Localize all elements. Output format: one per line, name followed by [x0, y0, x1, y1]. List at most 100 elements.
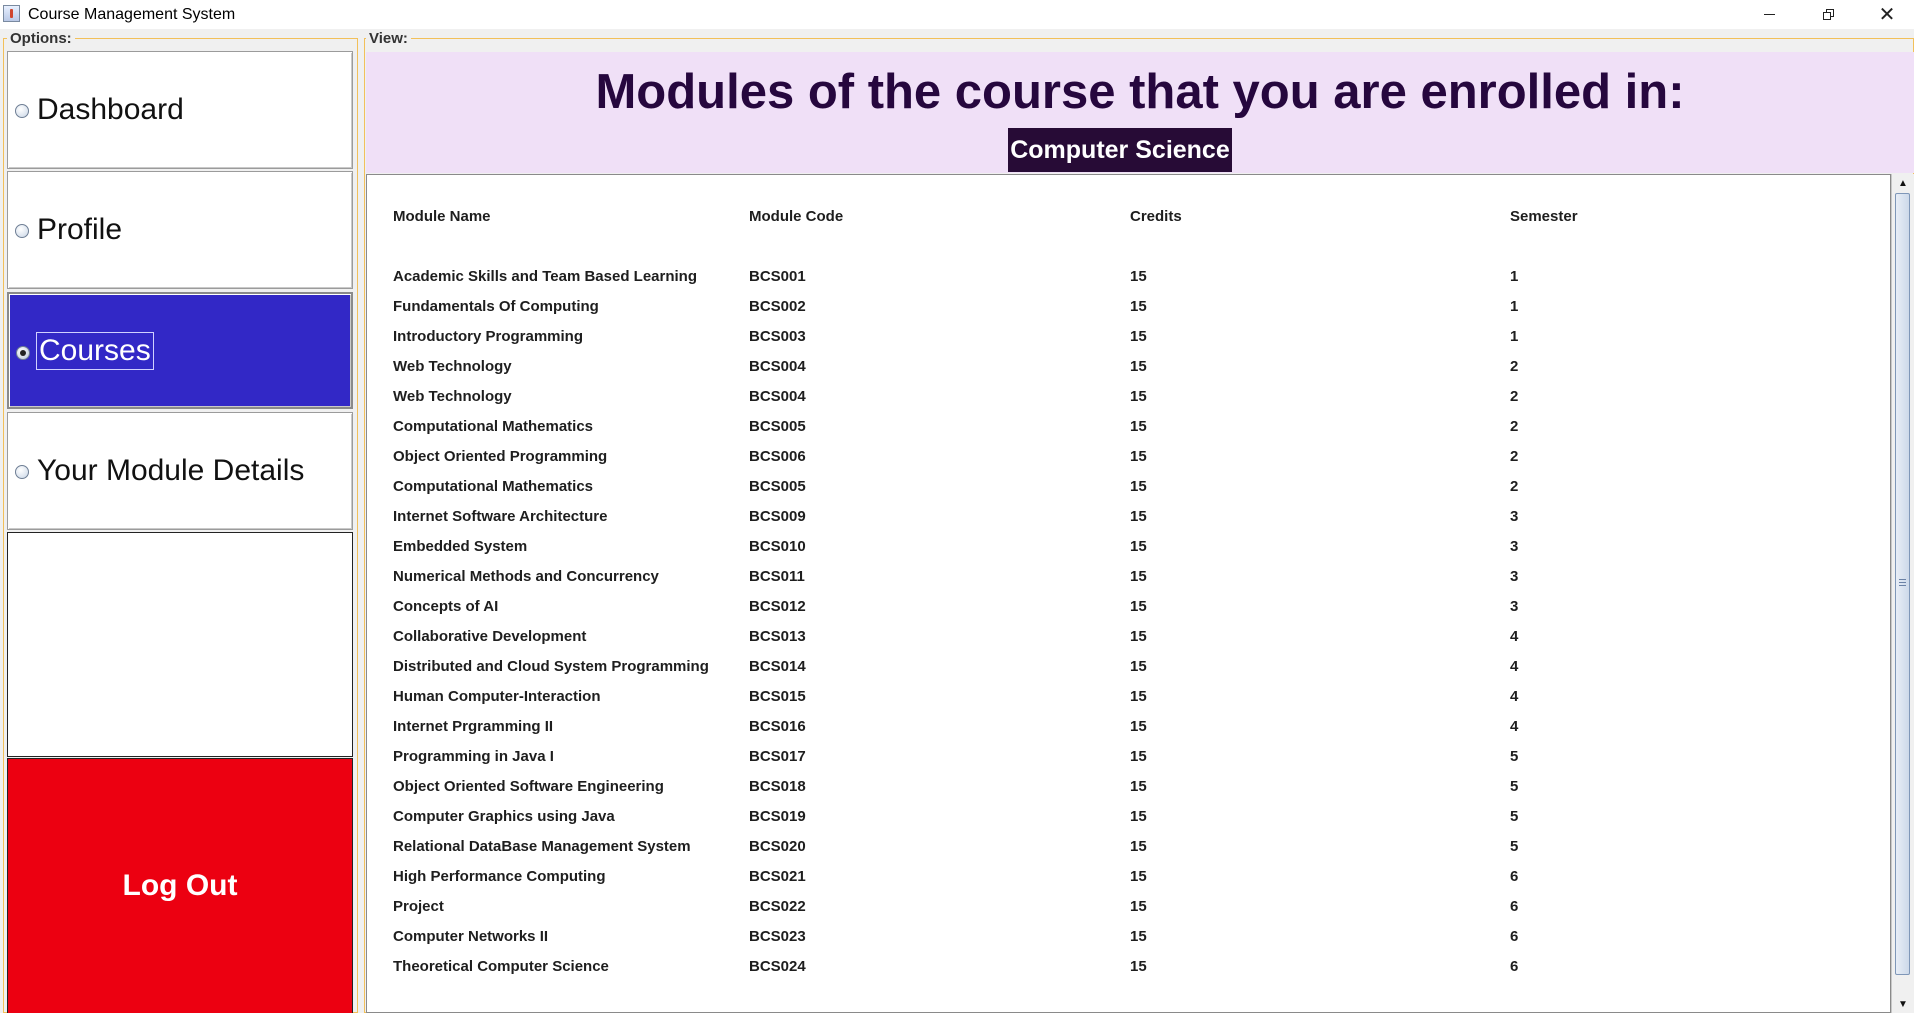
cell-semester: 5 [1510, 748, 1519, 765]
cell-module-code: BCS016 [749, 718, 806, 735]
cell-credits: 15 [1130, 358, 1147, 375]
cell-module-name: Internet Prgramming II [393, 718, 554, 735]
cell-module-name: Distributed and Cloud System Programming [393, 658, 709, 675]
scroll-down-icon[interactable]: ▼ [1892, 995, 1914, 1013]
cell-credits: 15 [1130, 388, 1147, 405]
cell-semester: 4 [1510, 658, 1519, 675]
cell-credits: 15 [1130, 268, 1147, 285]
sidebar-item-courses[interactable]: Courses [7, 292, 353, 409]
cell-module-code: BCS004 [749, 388, 806, 405]
cell-module-code: BCS005 [749, 478, 806, 495]
cell-module-code: BCS012 [749, 598, 806, 615]
cell-module-name: Web Technology [393, 358, 512, 375]
cell-semester: 1 [1510, 298, 1519, 315]
cell-module-code: BCS014 [749, 658, 806, 675]
view-label: View: [366, 30, 411, 47]
sidebar-item-profile[interactable]: Profile [7, 171, 353, 289]
cell-module-name: Computer Graphics using Java [393, 808, 615, 825]
cell-semester: 2 [1510, 388, 1519, 405]
cell-semester: 1 [1510, 328, 1519, 345]
cell-semester: 2 [1510, 448, 1519, 465]
cell-module-code: BCS013 [749, 628, 806, 645]
cell-semester: 6 [1510, 868, 1519, 885]
cell-semester: 4 [1510, 628, 1519, 645]
logout-button[interactable]: Log Out [7, 758, 353, 1013]
cell-semester: 4 [1510, 688, 1519, 705]
cell-credits: 15 [1130, 958, 1147, 975]
grip-line [1899, 585, 1906, 586]
cell-module-name: Web Technology [393, 388, 512, 405]
cell-credits: 15 [1130, 748, 1147, 765]
cell-module-code: BCS002 [749, 298, 806, 315]
sidebar-item-dashboard[interactable]: Dashboard [7, 51, 353, 169]
scrollbar-thumb[interactable] [1895, 193, 1910, 975]
cell-module-name: Object Oriented Software Engineering [393, 778, 664, 795]
column-header-module-name: Module Name [393, 208, 491, 225]
radio-icon[interactable] [15, 104, 29, 118]
course-name-badge: Computer Science [1008, 128, 1232, 172]
cell-module-name: Embedded System [393, 538, 528, 555]
cell-module-name: Human Computer-Interaction [393, 688, 601, 705]
cell-credits: 15 [1130, 328, 1147, 345]
cell-credits: 15 [1130, 568, 1147, 585]
cell-module-code: BCS006 [749, 448, 806, 465]
options-label: Options: [7, 30, 75, 47]
window-title: Course Management System [28, 6, 236, 23]
cell-module-code: BCS001 [749, 268, 806, 285]
sidebar-item-label: Your Module Details [37, 454, 305, 487]
cell-module-name: Collaborative Development [393, 628, 587, 645]
cell-module-code: BCS004 [749, 358, 806, 375]
cell-credits: 15 [1130, 418, 1147, 435]
cell-module-name: Computer Networks II [393, 928, 549, 945]
radio-selected-icon[interactable] [16, 346, 30, 360]
cell-module-code: BCS009 [749, 508, 806, 525]
minimize-button[interactable] [1740, 0, 1798, 29]
cell-credits: 15 [1130, 838, 1147, 855]
cell-module-code: BCS020 [749, 838, 806, 855]
radio-icon[interactable] [15, 224, 29, 238]
cell-module-name: Fundamentals Of Computing [393, 298, 599, 315]
cell-credits: 15 [1130, 868, 1147, 885]
sidebar-item-module-details[interactable]: Your Module Details [7, 412, 353, 530]
sidebar-item-label: Courses [36, 332, 154, 370]
cell-module-code: BCS022 [749, 898, 806, 915]
column-header-semester: Semester [1510, 208, 1578, 225]
close-button[interactable]: ✕ [1858, 0, 1914, 29]
cell-semester: 6 [1510, 898, 1519, 915]
cell-module-code: BCS005 [749, 418, 806, 435]
cell-semester: 5 [1510, 838, 1519, 855]
cell-module-code: BCS023 [749, 928, 806, 945]
sidebar-item-label: Profile [37, 213, 123, 246]
cell-module-name: High Performance Computing [393, 868, 606, 885]
cell-module-code: BCS015 [749, 688, 806, 705]
cell-credits: 15 [1130, 298, 1147, 315]
modules-table[interactable]: Module Name Module Code Credits Semester… [366, 174, 1891, 1013]
cell-semester: 4 [1510, 718, 1519, 735]
cell-semester: 2 [1510, 478, 1519, 495]
cell-semester: 1 [1510, 268, 1519, 285]
cell-semester: 6 [1510, 928, 1519, 945]
radio-icon[interactable] [15, 465, 29, 479]
cell-module-name: Computational Mathematics [393, 478, 594, 495]
cell-credits: 15 [1130, 928, 1147, 945]
cell-semester: 6 [1510, 958, 1519, 975]
restore-icon [1822, 9, 1834, 20]
cell-credits: 15 [1130, 478, 1147, 495]
cell-module-code: BCS019 [749, 808, 806, 825]
sidebar-item-label: Dashboard [37, 93, 184, 126]
cell-semester: 5 [1510, 808, 1519, 825]
cell-module-name: Project [393, 898, 444, 915]
cell-module-code: BCS018 [749, 778, 806, 795]
java-app-icon [3, 5, 20, 22]
cell-semester: 3 [1510, 598, 1519, 615]
scroll-up-icon[interactable]: ▲ [1892, 174, 1914, 192]
maximize-button[interactable] [1799, 0, 1857, 29]
cell-semester: 2 [1510, 358, 1519, 375]
cell-module-name: Introductory Programming [393, 328, 584, 345]
cell-module-name: Relational DataBase Management System [393, 838, 691, 855]
cell-module-name: Programming in Java I [393, 748, 554, 765]
minimize-icon [1763, 13, 1775, 16]
vertical-scrollbar[interactable]: ▲ ▼ [1891, 174, 1914, 1013]
cell-credits: 15 [1130, 598, 1147, 615]
cell-module-code: BCS010 [749, 538, 806, 555]
